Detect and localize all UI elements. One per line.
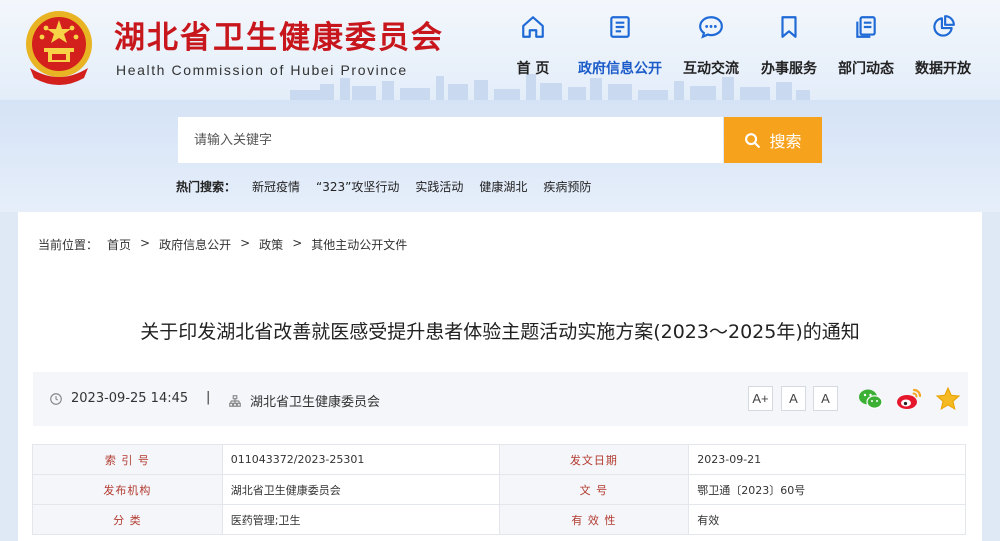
- info-key: 文 号: [498, 474, 690, 505]
- publish-datetime: 2023-09-25 14:45: [49, 391, 188, 406]
- table-row: 发布机构 湖北省卫生健康委员会 文 号 鄂卫通〔2023〕60号: [32, 474, 966, 505]
- info-value: 011043372/2023-25301: [221, 444, 500, 475]
- bookmark-icon: [781, 16, 797, 38]
- info-value: 鄂卫通〔2023〕60号: [688, 474, 966, 505]
- breadcrumb-item-gov-info[interactable]: 政府信息公开: [159, 236, 231, 253]
- hot-search: 热门搜索： 新冠疫情 “323”攻坚行动 实践活动 健康湖北 疾病预防: [176, 178, 591, 195]
- font-size-increase-button[interactable]: A+: [748, 386, 773, 411]
- info-key: 发布机构: [32, 474, 223, 505]
- info-key: 发文日期: [498, 444, 690, 475]
- publish-datetime-text: 2023-09-25 14:45: [71, 391, 189, 406]
- article-card: 当前位置： 首页 > 政府信息公开 > 政策 > 其他主动公开文件 关于印发湖北…: [18, 212, 982, 541]
- info-key: 索 引 号: [32, 444, 223, 475]
- article-meta-bar: 2023-09-25 14:45 | 湖北省卫生健康委员会 A+ A A: [33, 372, 968, 426]
- search-icon: [745, 132, 761, 148]
- publisher: 湖北省卫生健康委员会: [228, 391, 380, 410]
- nav-label-gov-info: 政府信息公开: [578, 61, 662, 77]
- search-input[interactable]: [178, 117, 723, 163]
- nav-item-open-data[interactable]: 数据开放: [898, 14, 988, 78]
- breadcrumb-item-other-files[interactable]: 其他主动公开文件: [311, 236, 407, 253]
- nav-label-home: 首 页: [516, 61, 550, 77]
- hot-search-link[interactable]: “323”攻坚行动: [316, 178, 399, 195]
- organization-icon: [229, 394, 241, 407]
- nav-item-gov-info[interactable]: 政府信息公开: [575, 14, 665, 78]
- info-value: 有效: [688, 504, 966, 535]
- font-size-default-button[interactable]: A: [781, 386, 806, 411]
- hot-search-link[interactable]: 疾病预防: [543, 178, 591, 195]
- publisher-text: 湖北省卫生健康委员会: [250, 395, 381, 410]
- pie-chart-icon: [933, 15, 955, 37]
- hot-search-label: 热门搜索：: [176, 180, 237, 194]
- meta-separator: |: [206, 390, 211, 405]
- info-value: 2023-09-21: [688, 444, 966, 475]
- nav-label-interaction: 互动交流: [683, 61, 739, 77]
- hot-search-link[interactable]: 健康湖北: [479, 178, 527, 195]
- article-title: 关于印发湖北省改善就医感受提升患者体验主题活动实施方案(2023～2025年)的…: [140, 321, 860, 343]
- breadcrumb-separator: >: [240, 236, 251, 250]
- site-subtitle: Health Commission of Hubei Province: [116, 62, 408, 78]
- breadcrumb-item-policy[interactable]: 政策: [259, 236, 283, 253]
- site-title: 湖北省卫生健康委员会: [114, 20, 444, 56]
- info-key: 分 类: [32, 504, 223, 535]
- national-emblem-logo: [26, 11, 92, 85]
- hot-search-link[interactable]: 新冠疫情: [252, 178, 300, 195]
- breadcrumb-separator: >: [140, 236, 151, 250]
- weibo-icon[interactable]: [895, 385, 923, 413]
- favorite-star-icon[interactable]: [934, 385, 962, 413]
- home-icon: [522, 16, 544, 38]
- font-size-decrease-button[interactable]: A: [813, 386, 838, 411]
- hot-search-link[interactable]: 实践活动: [415, 178, 463, 195]
- table-row: 索 引 号 011043372/2023-25301 发文日期 2023-09-…: [32, 444, 966, 475]
- search-button[interactable]: 搜索: [724, 117, 822, 163]
- chat-icon: [699, 16, 723, 39]
- search-band: 搜索 热门搜索： 新冠疫情 “323”攻坚行动 实践活动 健康湖北 疾病预防: [0, 100, 1000, 212]
- breadcrumb-item-home[interactable]: 首页: [107, 236, 131, 253]
- document-info-table: 索 引 号 011043372/2023-25301 发文日期 2023-09-…: [32, 444, 966, 535]
- breadcrumb-separator: >: [292, 236, 303, 250]
- info-key: 有 效 性: [498, 504, 690, 535]
- nav-item-interaction[interactable]: 互动交流: [666, 14, 756, 78]
- breadcrumb: 当前位置： 首页 > 政府信息公开 > 政策 > 其他主动公开文件: [38, 236, 407, 253]
- nav-label-open-data: 数据开放: [915, 61, 971, 77]
- site-header: 湖北省卫生健康委员会 Health Commission of Hubei Pr…: [0, 0, 1000, 100]
- document-icon: [610, 16, 630, 38]
- table-row: 分 类 医药管理;卫生 有 效 性 有效: [32, 504, 966, 535]
- clock-icon: [50, 392, 62, 405]
- search-button-label: 搜索: [769, 132, 802, 151]
- info-value: 湖北省卫生健康委员会: [221, 474, 500, 505]
- pages-icon: [856, 16, 876, 38]
- info-value: 医药管理;卫生: [221, 504, 500, 535]
- breadcrumb-prefix: 当前位置：: [38, 238, 99, 252]
- nav-item-home[interactable]: 首 页: [488, 14, 578, 78]
- wechat-icon[interactable]: [857, 385, 885, 413]
